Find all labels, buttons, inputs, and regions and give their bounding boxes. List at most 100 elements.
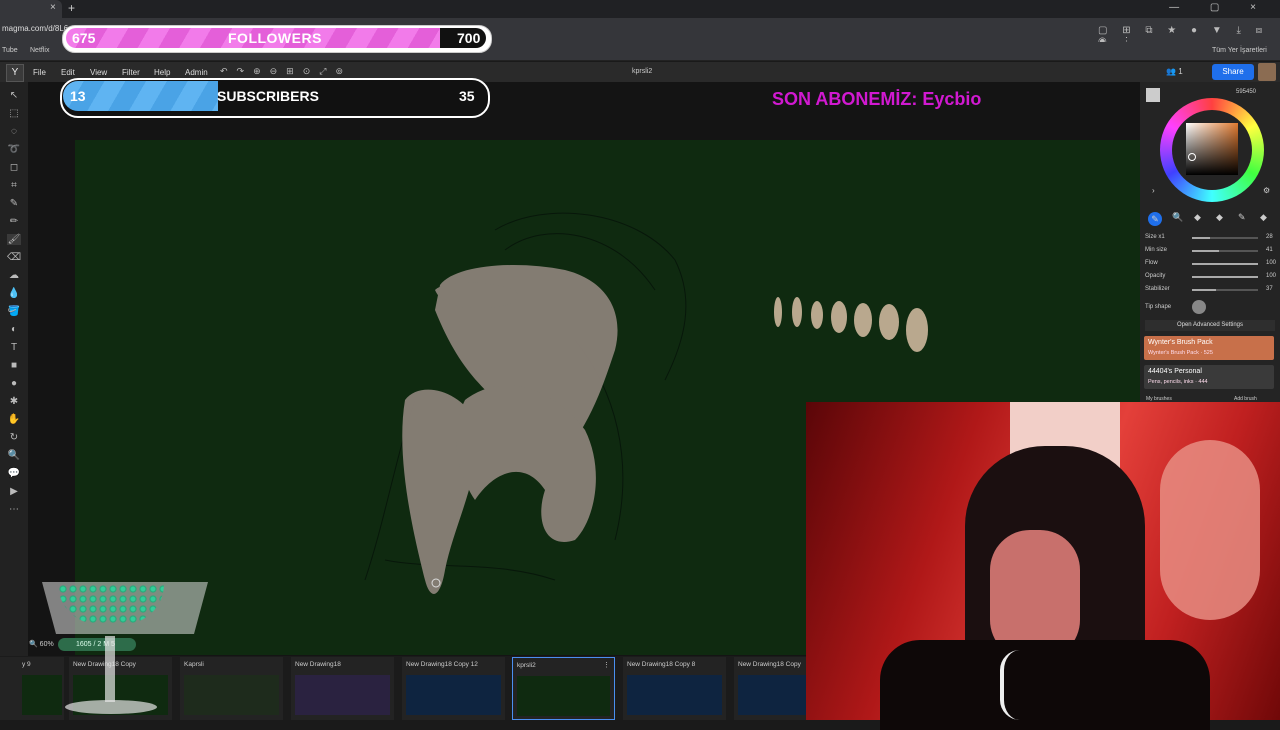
users-count: 👥 1 bbox=[1166, 67, 1183, 76]
expand-icon[interactable]: › bbox=[1152, 186, 1155, 195]
brush-pack-personal[interactable]: 44404's Personal Pens, pencils, inks · 4… bbox=[1144, 365, 1274, 389]
pencil-icon[interactable]: ✏ bbox=[7, 216, 21, 227]
settings-gear-icon[interactable]: ⚙ bbox=[1263, 186, 1270, 195]
drawing-thumb[interactable]: New Drawing18 Copy 8 bbox=[623, 657, 726, 720]
drawing-thumb[interactable]: New Drawing18 Copy 12 bbox=[402, 657, 505, 720]
brush-preset-6-icon[interactable]: ◆ bbox=[1260, 212, 1267, 223]
thumb-menu-icon[interactable]: ⋮ bbox=[603, 661, 610, 669]
layer-info-pill: 1605 / 2 M 5 bbox=[58, 638, 136, 651]
drawing-thumb[interactable]: New Drawing18 Copy bbox=[734, 657, 806, 720]
brush-pack-subtitle: Pens, pencils, inks · 444 bbox=[1148, 379, 1208, 385]
url-text[interactable]: magma.com/d/8L6 bbox=[2, 24, 68, 33]
zoom-value: 60% bbox=[39, 641, 54, 648]
bookmark-item[interactable]: Tube bbox=[2, 47, 18, 54]
advanced-settings-button[interactable]: Open Advanced Settings bbox=[1145, 320, 1275, 331]
slider-label-stabilizer: Stabilizer bbox=[1145, 286, 1170, 292]
all-bookmarks-link[interactable]: Tüm Yer İşaretleri bbox=[1212, 47, 1267, 54]
webcam-earphone bbox=[1000, 650, 1044, 720]
subscribers-label: SUBSCRIBERS bbox=[217, 88, 319, 104]
text-icon[interactable]: T bbox=[7, 342, 21, 353]
slider-size-fill bbox=[1192, 237, 1211, 239]
move-tool-icon[interactable]: ↖ bbox=[7, 90, 21, 101]
thumb-image bbox=[22, 675, 62, 715]
window-controls[interactable]: — ▢ × bbox=[1169, 2, 1270, 13]
menu-edit[interactable]: Edit bbox=[61, 68, 75, 77]
new-tab-button[interactable]: + bbox=[68, 1, 75, 15]
slider-stabilizer-fill bbox=[1192, 289, 1217, 291]
color-swap-icon[interactable] bbox=[1146, 88, 1160, 102]
share-button[interactable]: Share bbox=[1212, 64, 1254, 80]
drawing-thumb[interactable]: y 9 bbox=[0, 657, 64, 720]
tip-shape-label: Tip shape bbox=[1145, 304, 1172, 310]
brush-preset-1-icon[interactable]: ✎ bbox=[1148, 212, 1162, 226]
last-subscriber-text: SON ABONEMİZ: Eycbio bbox=[772, 89, 982, 109]
slider-opacity-fill bbox=[1192, 276, 1258, 278]
browser-tab-bar bbox=[0, 0, 1280, 18]
fill-icon[interactable]: 🪣 bbox=[7, 306, 21, 317]
thumb-label: kprsli2 bbox=[517, 662, 536, 669]
slider-opacity-value: 100 bbox=[1266, 273, 1277, 279]
thumb-label: New Drawing18 bbox=[295, 661, 341, 668]
thumb-label: y 9 bbox=[22, 661, 31, 668]
subscribers-goal-fill bbox=[63, 81, 219, 111]
slider-minsize-fill bbox=[1192, 250, 1220, 252]
comment-icon[interactable]: 💬 bbox=[7, 468, 21, 479]
color-picker-square[interactable] bbox=[1186, 123, 1238, 175]
crop-icon[interactable]: ⌗ bbox=[7, 180, 21, 191]
lasso-icon[interactable]: ➰ bbox=[7, 144, 21, 155]
record-icon[interactable]: ▶ bbox=[7, 486, 21, 497]
thumb-image bbox=[295, 675, 390, 715]
menu-filter[interactable]: Filter bbox=[122, 68, 140, 77]
hand-icon[interactable]: ✋ bbox=[7, 414, 21, 425]
slider-minsize-value: 41 bbox=[1266, 247, 1273, 253]
select-rect-icon[interactable]: ⬚ bbox=[7, 108, 21, 119]
smudge-icon[interactable]: ☁ bbox=[7, 270, 21, 281]
bookmark-item-netflix[interactable]: Netflix bbox=[30, 47, 49, 54]
tab-close-icon[interactable]: × bbox=[50, 2, 56, 13]
brush-icon[interactable]: 🖌 bbox=[7, 234, 21, 245]
menu-admin[interactable]: Admin bbox=[185, 68, 208, 77]
brush-pack-wynter[interactable]: Wynter's Brush Pack Wynter's Brush Pack … bbox=[1144, 336, 1274, 360]
eraser-icon[interactable]: ⌫ bbox=[7, 252, 21, 263]
brush-preset-5-icon[interactable]: ✎ bbox=[1238, 212, 1246, 223]
drawing-thumb[interactable]: Kaprsli bbox=[180, 657, 283, 720]
shape-rect-icon[interactable]: ■ bbox=[7, 360, 21, 371]
subscribers-current: 13 bbox=[70, 88, 86, 104]
brush-preset-2-icon[interactable]: 🔍 bbox=[1172, 212, 1183, 223]
drawing-thumb-active[interactable]: kprsli2 ⋮ bbox=[512, 657, 615, 720]
brush-preset-4-icon[interactable]: ◆ bbox=[1216, 212, 1223, 223]
tip-shape-preview[interactable] bbox=[1192, 300, 1206, 314]
more-icon[interactable]: ⋯ bbox=[7, 504, 21, 515]
slider-label-minsize: Min size bbox=[1145, 247, 1168, 253]
brush-swatches bbox=[774, 297, 928, 352]
menu-file[interactable]: File bbox=[33, 68, 46, 77]
color-code: 595450 bbox=[1236, 89, 1257, 95]
thumb-image bbox=[627, 675, 722, 715]
slider-label-flow: Flow bbox=[1145, 260, 1158, 266]
zoom-icon[interactable]: 🔍 bbox=[7, 450, 21, 461]
transform-icon[interactable]: ◻ bbox=[7, 162, 21, 173]
menu-help[interactable]: Help bbox=[154, 68, 170, 77]
slider-flow-fill bbox=[1192, 263, 1258, 265]
slider-flow-value: 100 bbox=[1266, 260, 1277, 266]
color-picker-handle[interactable] bbox=[1188, 153, 1196, 161]
glass-stem bbox=[105, 636, 115, 702]
zoom-level[interactable]: 🔍 60% bbox=[29, 640, 54, 648]
stamp-icon[interactable]: ✱ bbox=[7, 396, 21, 407]
shape-circle-icon[interactable]: ● bbox=[7, 378, 21, 389]
brush-preset-3-icon[interactable]: ◆ bbox=[1194, 212, 1201, 223]
blur-icon[interactable]: 💧 bbox=[7, 288, 21, 299]
quick-tool-icons[interactable]: ↶↷⊕⊖⊞⊙⤢⊚ bbox=[220, 66, 352, 77]
rotate-icon[interactable]: ↻ bbox=[7, 432, 21, 443]
drawing-thumb[interactable]: New Drawing18 bbox=[291, 657, 394, 720]
slider-size-value: 28 bbox=[1266, 234, 1273, 240]
menu-view[interactable]: View bbox=[90, 68, 107, 77]
gradient-icon[interactable]: ◐ bbox=[7, 324, 21, 335]
thumb-label: New Drawing18 Copy 8 bbox=[627, 661, 696, 668]
glass-foot bbox=[65, 700, 157, 714]
app-logo[interactable]: Y bbox=[6, 64, 24, 82]
eyedropper-icon[interactable]: ✎ bbox=[7, 198, 21, 209]
avatar[interactable] bbox=[1258, 63, 1276, 81]
thumb-image bbox=[406, 675, 501, 715]
select-ellipse-icon[interactable]: ◌ bbox=[7, 126, 21, 137]
